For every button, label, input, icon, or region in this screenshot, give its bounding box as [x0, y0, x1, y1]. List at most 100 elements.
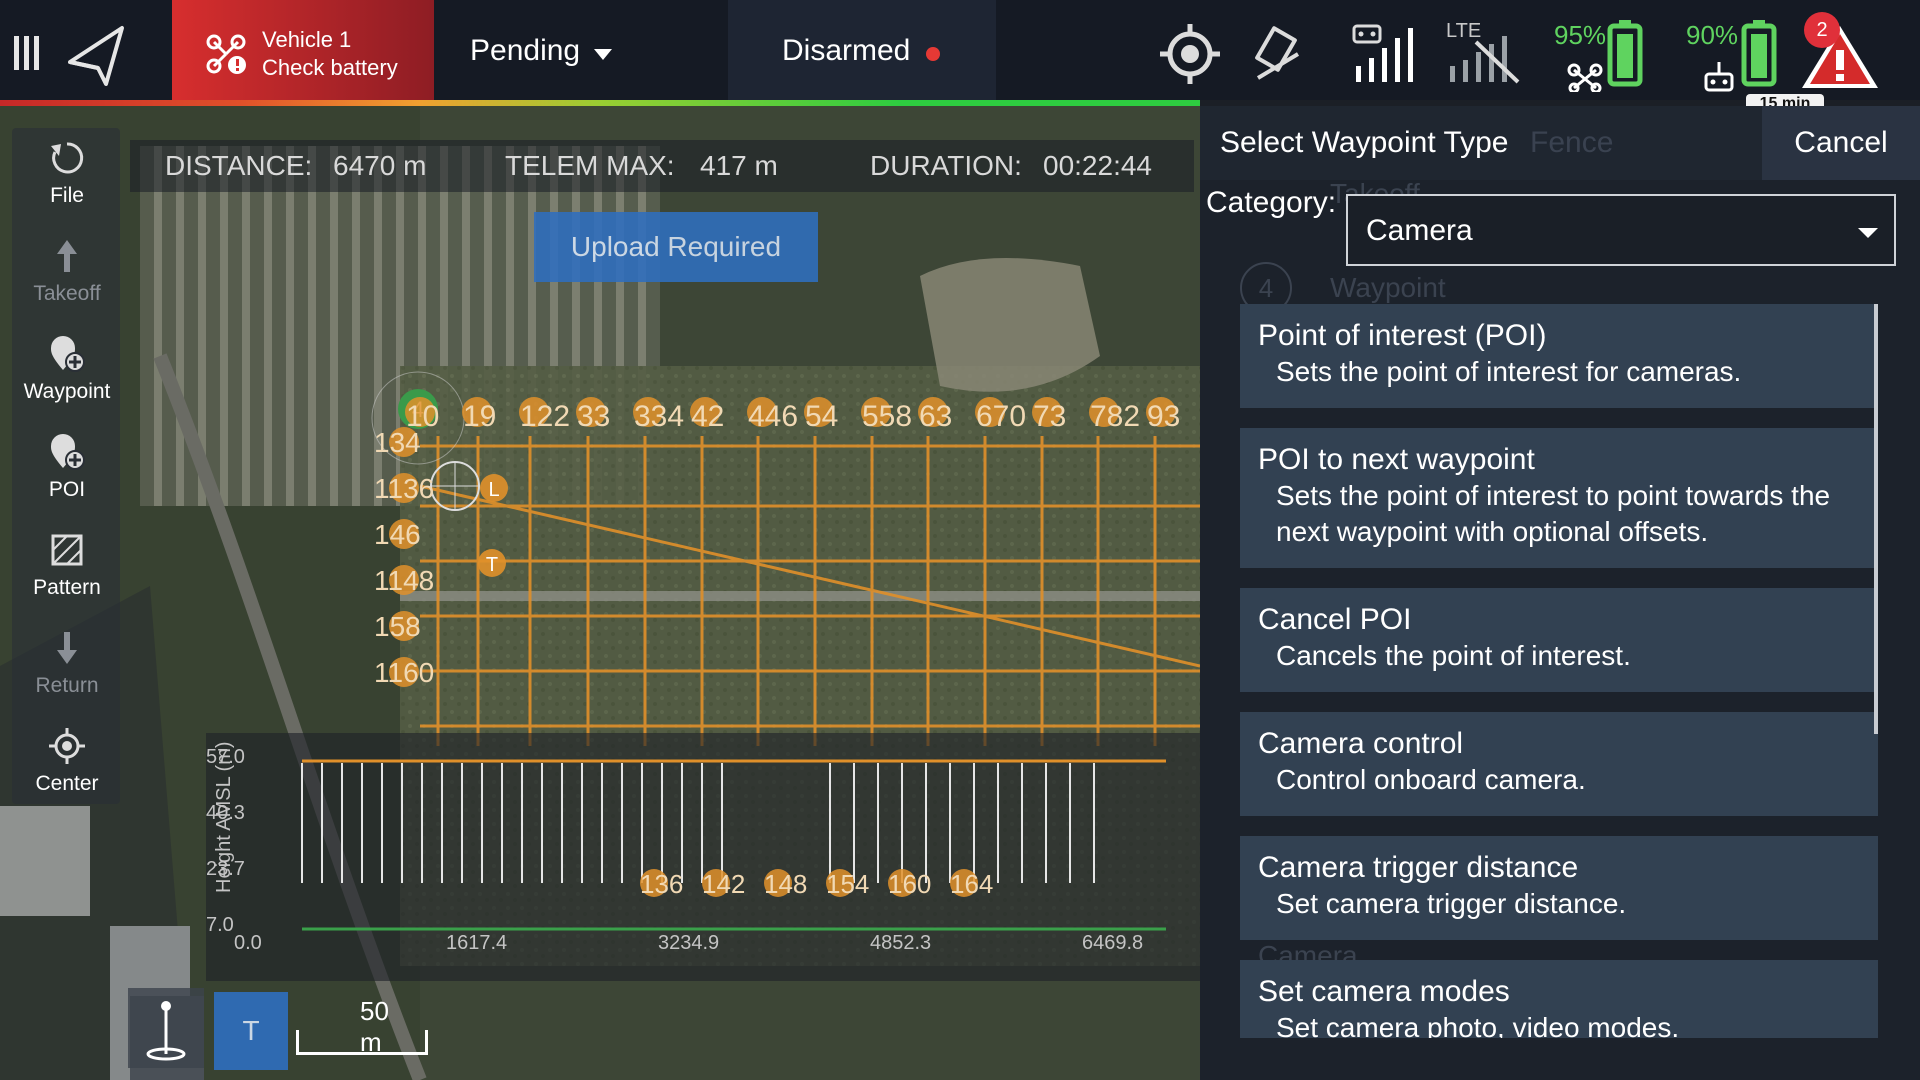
waypoint-label: 446	[748, 400, 798, 433]
profile-x-tick: 0.0	[234, 932, 262, 954]
return-tool[interactable]: Return	[12, 628, 122, 698]
sync-icon	[51, 142, 84, 174]
profile-x-tick: 3234.9	[658, 932, 719, 954]
waypoint-type-option[interactable]: Camera trigger distance Set camera trigg…	[1240, 836, 1878, 940]
waypoint-label: 1148	[374, 565, 434, 596]
profile-y-tick: 7.0	[206, 914, 234, 936]
waypoint-type-option[interactable]: Set camera modes Set camera photo, video…	[1240, 960, 1878, 1038]
takeoff-marker: T	[486, 554, 498, 576]
panel-title: Select Waypoint Type	[1220, 126, 1509, 159]
waypoint-label: 782	[1090, 400, 1140, 433]
gimbal-icon[interactable]	[1248, 24, 1308, 84]
flight-mode-selector[interactable]: Pending	[470, 34, 580, 68]
profile-waypoint-label: 160	[888, 869, 931, 899]
profile-x-tick: 6469.8	[1082, 932, 1143, 954]
vehicle-battery-icon[interactable]	[1566, 20, 1646, 92]
plan-view-icon[interactable]	[66, 24, 128, 88]
option-description: Set camera photo, video modes.	[1276, 1012, 1680, 1038]
category-select[interactable]: Camera	[1346, 194, 1896, 266]
alert-count-badge: 2	[1804, 12, 1840, 48]
waypoint-label: 1160	[374, 657, 434, 688]
waypoint-label: 73	[1033, 400, 1066, 433]
takeoff-home-button[interactable]: T	[214, 992, 288, 1070]
takeoff-label: Takeoff	[33, 282, 101, 305]
mission-stats-bar: DISTANCE: 6470 m TELEM MAX: 417 m DURATI…	[130, 140, 1194, 192]
profile-waypoint-label: 148	[764, 869, 807, 899]
option-description: Cancels the point of interest.	[1276, 640, 1631, 671]
option-description: Sets the point of interest to point towa…	[1276, 480, 1831, 547]
waypoint-type-option[interactable]: Point of interest (POI) Sets the point o…	[1240, 304, 1878, 408]
scale-bar	[296, 1030, 428, 1055]
vehicle-name: Vehicle 1	[262, 27, 352, 52]
status-dot-icon	[926, 47, 940, 61]
waypoint-tool[interactable]: Waypoint	[12, 334, 122, 404]
waypoint-add-icon	[51, 336, 85, 372]
center-label: Center	[35, 772, 99, 795]
waypoint-label: 1136	[374, 473, 434, 504]
lte-signal-icon[interactable]	[1446, 22, 1522, 86]
option-title: Set camera modes	[1258, 975, 1510, 1008]
waypoint-label: 42	[691, 400, 724, 433]
menu-icon[interactable]	[14, 36, 44, 70]
option-title: POI to next waypoint	[1258, 443, 1535, 476]
profile-waypoint-label: 164	[950, 869, 993, 899]
telem-max-value: 417 m	[700, 150, 778, 181]
option-description: Set camera trigger distance.	[1276, 888, 1627, 919]
waypoint-label: 558	[862, 400, 912, 433]
duration-value: 00:22:44	[1043, 150, 1152, 181]
pattern-label: Pattern	[33, 576, 101, 599]
waypoint-label: 63	[919, 400, 952, 433]
waypoint-label: 93	[1147, 400, 1180, 433]
waypoint-label: 158	[374, 611, 421, 642]
return-icon	[57, 632, 77, 664]
waypoint-label: 122	[520, 400, 570, 433]
controller-battery-icon[interactable]	[1700, 20, 1780, 92]
rc-signal-icon[interactable]	[1352, 22, 1422, 86]
file-tool[interactable]: File	[12, 138, 122, 208]
file-label: File	[50, 184, 84, 207]
waypoint-label: 134	[374, 427, 421, 458]
category-label: Category:	[1206, 186, 1337, 219]
cancel-button[interactable]: Cancel	[1762, 106, 1920, 180]
profile-waypoint-label: 136	[640, 869, 683, 899]
takeoff-tool[interactable]: Takeoff	[12, 236, 122, 306]
option-title: Cancel POI	[1258, 603, 1412, 636]
waypoint-label: 33	[577, 400, 610, 433]
telem-max-label: TELEM MAX:	[505, 150, 675, 181]
list-scrollbar[interactable]	[1874, 304, 1878, 734]
center-tool[interactable]: Center	[12, 726, 122, 796]
vehicle-message: Check battery	[262, 55, 398, 80]
altitude-profile[interactable]: Height AMSL (m) 57.040.323.77.0 0.0 1617.…	[206, 733, 1210, 981]
option-description: Control onboard camera.	[1276, 764, 1586, 795]
poi-tool[interactable]: POI	[12, 432, 122, 502]
option-title: Camera control	[1258, 727, 1464, 760]
vehicle-status-text: Vehicle 1 Check battery	[262, 26, 398, 82]
distance-value: 6470 m	[333, 150, 427, 181]
option-title: Point of interest (POI)	[1258, 319, 1547, 352]
drone-warning-icon	[206, 34, 246, 74]
landing-marker: L	[488, 479, 499, 501]
profile-y-tick: 57.0	[206, 746, 245, 768]
category-value: Camera	[1366, 214, 1473, 247]
ghost-item-type: Waypoint	[1330, 272, 1446, 303]
profile-y-tick: 23.7	[206, 858, 245, 880]
poi-label: POI	[48, 478, 86, 501]
waypoint-type-option[interactable]: POI to next waypoint Sets the point of i…	[1240, 428, 1878, 568]
arm-status-text: Disarmed	[782, 34, 911, 67]
pattern-tool[interactable]: Pattern	[12, 530, 122, 600]
waypoint-type-option[interactable]: Camera control Control onboard camera.	[1240, 712, 1878, 816]
chevron-down-icon[interactable]	[594, 49, 612, 60]
gps-icon[interactable]	[1158, 22, 1222, 86]
waypoint-type-option[interactable]: Cancel POI Cancels the point of interest…	[1240, 588, 1878, 692]
takeoff-icon	[57, 240, 77, 272]
profile-x-tick: 1617.4	[446, 932, 507, 954]
home-position-icon[interactable]	[128, 988, 204, 1068]
chevron-down-icon	[1858, 228, 1878, 238]
profile-y-tick: 40.3	[206, 802, 245, 824]
distance-label: DISTANCE:	[165, 150, 313, 181]
duration-label: DURATION:	[870, 150, 1022, 181]
center-icon	[49, 728, 85, 764]
tab-fence[interactable]: Fence	[1530, 126, 1613, 160]
waypoint-label: 670	[976, 400, 1026, 433]
upload-required-button[interactable]: Upload Required	[534, 212, 818, 282]
